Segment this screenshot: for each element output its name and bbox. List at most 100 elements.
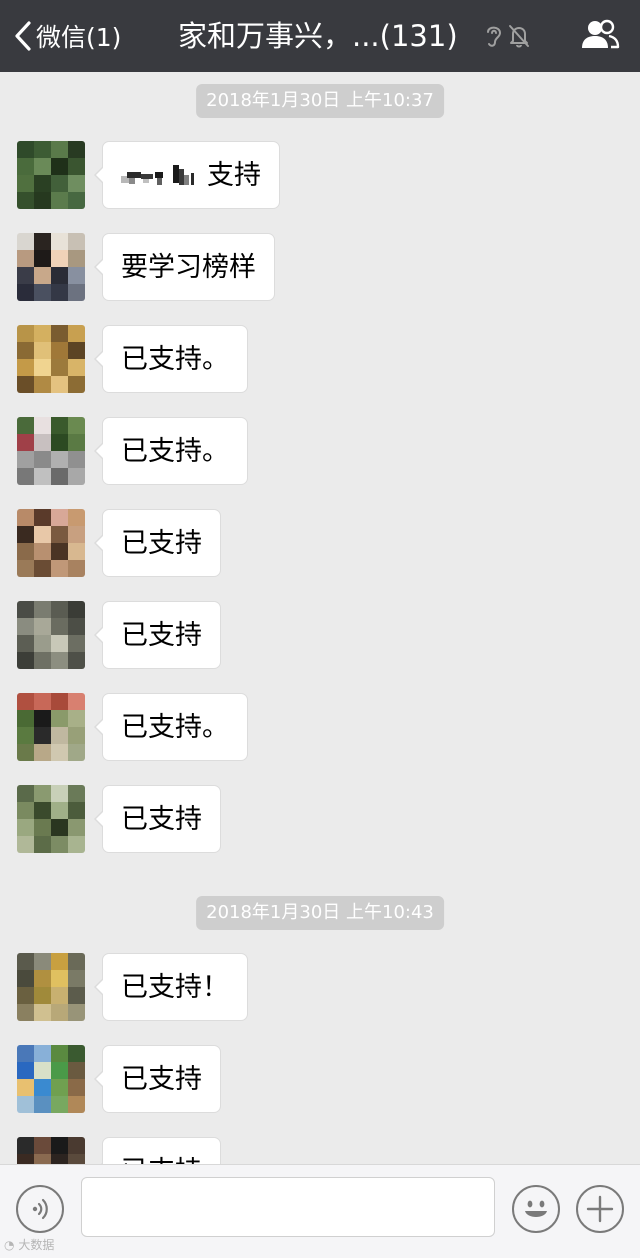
avatar-mosaic-cell [34, 434, 51, 451]
avatar-mosaic-cell [34, 376, 51, 393]
avatar-mosaic-cell [34, 618, 51, 635]
avatar-mosaic-cell [17, 1154, 34, 1164]
message-bubble[interactable]: 已支持 [94, 1045, 221, 1113]
message-row: 已支持 [0, 1045, 640, 1115]
avatar-mosaic-cell [34, 543, 51, 560]
avatar-mosaic-cell [34, 284, 51, 301]
message-bubble[interactable]: 已支持。 [94, 693, 248, 761]
sender-avatar[interactable] [17, 417, 85, 485]
avatar-mosaic-cell [68, 141, 85, 158]
chat-message-list[interactable]: 2018年1月30日 上午10:37 支持 要学习榜样 已支持。 已支持。 已支… [0, 72, 640, 1164]
avatar-mosaic-cell [17, 785, 34, 802]
message-input[interactable] [81, 1177, 495, 1237]
avatar-mosaic-cell [51, 376, 68, 393]
avatar-mosaic-cell [68, 325, 85, 342]
avatar-mosaic-cell [34, 192, 51, 209]
avatar-mosaic-cell [68, 175, 85, 192]
avatar-mosaic-cell [51, 744, 68, 761]
avatar-mosaic-cell [68, 267, 85, 284]
sender-avatar[interactable] [17, 325, 85, 393]
avatar-mosaic-cell [68, 987, 85, 1004]
sender-avatar[interactable] [17, 601, 85, 669]
avatar-mosaic-cell [34, 342, 51, 359]
message-bubble[interactable]: 已支持 [94, 785, 221, 853]
sender-avatar[interactable] [17, 785, 85, 853]
avatar-mosaic-cell [17, 1004, 34, 1021]
message-row: 已支持 [0, 509, 640, 579]
avatar-mosaic-cell [51, 1045, 68, 1062]
sender-avatar[interactable] [17, 509, 85, 577]
avatar-mosaic-cell [34, 141, 51, 158]
group-members-icon [580, 19, 620, 58]
voice-button[interactable] [16, 1185, 64, 1233]
avatar-mosaic-cell [17, 652, 34, 669]
message-bubble[interactable]: 已支持。 [94, 325, 248, 393]
avatar-mosaic-cell [34, 1137, 51, 1154]
avatar-mosaic-cell [68, 1096, 85, 1113]
message-row: 已支持。 [0, 325, 640, 395]
avatar-mosaic-cell [51, 233, 68, 250]
avatar-mosaic-cell [68, 250, 85, 267]
message-bubble[interactable]: 已支持 [94, 509, 221, 577]
avatar-mosaic-cell [17, 987, 34, 1004]
avatar-mosaic-cell [34, 1062, 51, 1079]
message-bubble[interactable]: 已支持。 [94, 417, 248, 485]
message-row: 已支持！ [0, 953, 640, 1023]
avatar-mosaic-cell [17, 250, 34, 267]
avatar-mosaic-cell [34, 1004, 51, 1021]
avatar-mosaic-cell [51, 802, 68, 819]
sender-avatar[interactable] [17, 141, 85, 209]
sender-avatar[interactable] [17, 1045, 85, 1113]
avatar-mosaic-cell [17, 284, 34, 301]
avatar-mosaic-cell [34, 1154, 51, 1164]
message-bubble[interactable]: 已支持！ [94, 953, 248, 1021]
avatar-mosaic-cell [68, 342, 85, 359]
avatar-mosaic-cell [51, 652, 68, 669]
avatar-mosaic-cell [68, 560, 85, 577]
avatar-mosaic-cell [34, 233, 51, 250]
avatar-mosaic-cell [34, 953, 51, 970]
back-button[interactable]: 微信(1) [14, 14, 121, 58]
avatar-mosaic-cell [51, 987, 68, 1004]
avatar-mosaic-cell [51, 175, 68, 192]
sender-avatar[interactable] [17, 953, 85, 1021]
avatar-mosaic-cell [34, 727, 51, 744]
avatar-mosaic-cell [51, 819, 68, 836]
avatar-mosaic-cell [51, 618, 68, 635]
chat-status-icons [484, 22, 530, 54]
avatar-mosaic-cell [68, 1062, 85, 1079]
ear-icon [484, 22, 504, 54]
avatar-mosaic-cell [17, 233, 34, 250]
sender-avatar[interactable] [17, 1137, 85, 1164]
avatar-mosaic-cell [34, 526, 51, 543]
message-row: 已支持 [0, 1137, 640, 1164]
avatar-mosaic-cell [51, 1154, 68, 1164]
avatar-mosaic-cell [51, 284, 68, 301]
avatar-mosaic-cell [17, 543, 34, 560]
message-bubble[interactable]: 已支持 [94, 1137, 221, 1164]
more-actions-button[interactable] [576, 1185, 624, 1233]
avatar-mosaic-cell [34, 802, 51, 819]
emoji-button[interactable] [512, 1185, 560, 1233]
avatar-mosaic-cell [68, 526, 85, 543]
avatar-mosaic-cell [68, 376, 85, 393]
avatar-mosaic-cell [51, 417, 68, 434]
sender-avatar[interactable] [17, 233, 85, 301]
avatar-mosaic-cell [68, 192, 85, 209]
chevron-left-icon [14, 20, 32, 52]
message-bubble[interactable]: 已支持 [94, 601, 221, 669]
avatar-mosaic-cell [17, 175, 34, 192]
avatar-mosaic-cell [34, 693, 51, 710]
avatar-mosaic-cell [34, 560, 51, 577]
avatar-mosaic-cell [68, 635, 85, 652]
message-text: 支持 [207, 160, 261, 191]
avatar-mosaic-cell [68, 819, 85, 836]
message-row: 要学习榜样 [0, 233, 640, 303]
avatar-mosaic-cell [17, 1096, 34, 1113]
message-bubble[interactable]: 要学习榜样 [94, 233, 275, 301]
message-bubble[interactable]: 支持 [94, 141, 280, 209]
group-members-button[interactable] [580, 18, 620, 54]
avatar-mosaic-cell [34, 417, 51, 434]
avatar-mosaic-cell [17, 953, 34, 970]
sender-avatar[interactable] [17, 693, 85, 761]
